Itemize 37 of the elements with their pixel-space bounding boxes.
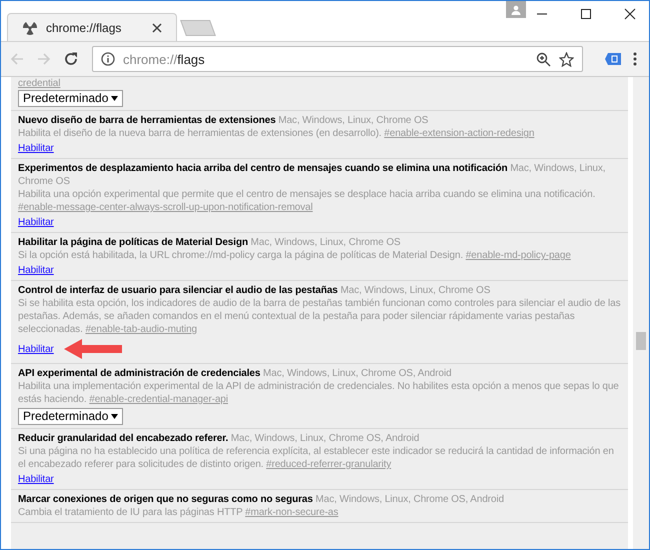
enable-link[interactable]: Habilitar xyxy=(18,342,54,356)
option-dropdown[interactable]: Predeterminado xyxy=(18,90,124,107)
experiment-description: Habilita el diseño de la nueva barra de herramientas de extensiones (en desarrollo). #enable-extension-action-redesign xyxy=(18,127,536,140)
experiment-description: Si la opción está habilitada, la URL chrome://md-policy carga la página de políticas de Material Design. #enable-md-policy-page xyxy=(18,249,572,262)
zoom-icon[interactable] xyxy=(536,52,551,66)
browser-tab[interactable]: chrome://flags xyxy=(7,13,177,41)
caret-icon xyxy=(111,96,118,101)
experiment-description: Si una página no ha establecido una política de referencia explícita, al establecer este indicador se reducirá la cantidad de información en el encabezado referer para solicitudes de distinto origen. #reduced-referrer-granularity xyxy=(18,445,615,471)
scrollbar[interactable] xyxy=(633,77,649,549)
star-icon[interactable] xyxy=(559,52,574,66)
enable-link[interactable]: Habilitar xyxy=(18,264,54,277)
close-icon[interactable] xyxy=(624,8,636,20)
enable-link[interactable]: Habilitar xyxy=(18,216,54,229)
enable-link[interactable]: Habilitar xyxy=(18,142,54,155)
info-icon xyxy=(101,52,115,66)
experiment-description: Habilita una implementación experimental de la API de administración de credenciales. No habilites esta opción a menos que sepas lo que estás haciendo. #enable-credential-manager-api xyxy=(18,380,620,406)
experiment-title: Control de interfaz de usuario para silenciar el audio de las pestañas Mac, Windows, Linux, Chrome OS xyxy=(18,284,492,297)
maximize-icon[interactable] xyxy=(580,8,592,20)
menu-icon[interactable] xyxy=(633,52,637,66)
option-dropdown[interactable]: Predeterminado xyxy=(18,408,124,425)
experiment-title: Habilitar la página de políticas de Material Design Mac, Windows, Linux, Chrome OS xyxy=(18,236,402,249)
experiment-title: Marcar conexiones de origen que no seguras como no seguras Mac, Windows, Linux, Chrome OS, Android xyxy=(18,493,505,506)
experiment-title: Nuevo diseño de barra de herramientas de extensiones Mac, Windows, Linux, Chrome OS xyxy=(18,114,430,127)
caret-icon xyxy=(111,414,118,419)
experiment-title: Reducir granularidad del encabezado referer. Mac, Windows, Linux, Chrome OS, Android xyxy=(18,432,420,445)
extension-icon[interactable] xyxy=(604,52,622,66)
experiment-title: Experimentos de desplazamiento hacia arriba del centro de mensajes cuando se elimina una notificación Mac, Windows, Linux, Chrome OS xyxy=(18,162,606,188)
radiation-icon xyxy=(22,20,38,36)
address-bar[interactable]: chrome://flags xyxy=(92,46,583,72)
experiment-description: Si se habilita esta opción, los indicadores de audio de la barra de pestañas también funcionan como controles para silenciar el audio de las pestañas. Además, se añaden comandos en el menú contextual de la pestaña para poder silenciar rápidamente varias pestañas seleccionadas. #enable-tab-audio-muting xyxy=(18,297,622,336)
reload-icon[interactable] xyxy=(63,51,79,67)
experiment-description: Cambia el tratamiento de IU para las páginas HTTP #mark-non-secure-as xyxy=(18,506,340,519)
url-text: chrome://flags xyxy=(123,52,205,66)
experiment-title: API experimental de administración de credenciales Mac, Windows, Linux, Chrome OS, Android xyxy=(18,367,452,380)
experiment-description: Habilita una opción experimental que permite que el centro de mensajes se desplace hacia arriba cuando se elimina una notificación. #enable-message-center-always-scroll-up-upon-notification-removal xyxy=(18,188,596,214)
enable-link[interactable]: Habilitar xyxy=(18,473,54,486)
close-icon[interactable] xyxy=(152,22,162,32)
